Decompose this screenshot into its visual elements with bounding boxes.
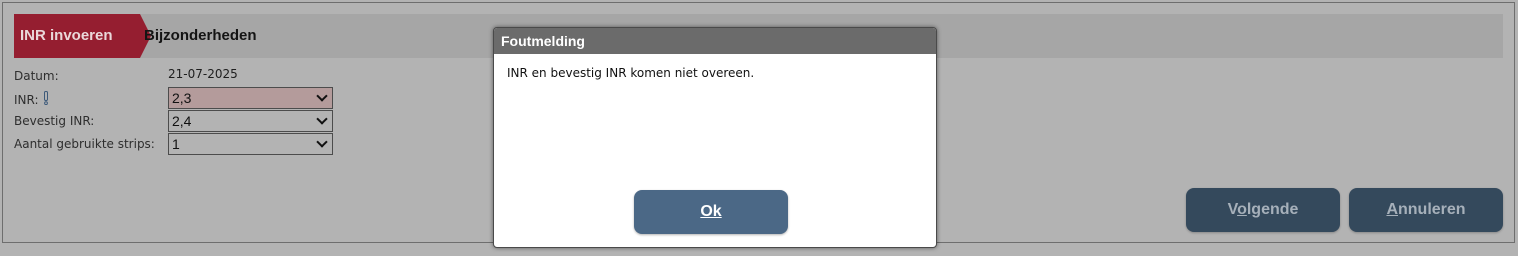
inr-select-value: 2,3 — [172, 90, 192, 106]
confirm-inr-select-value: 2,4 — [172, 113, 192, 129]
strips-label: Aantal gebruikte strips: — [14, 137, 155, 151]
ok-button-label: Ok — [700, 203, 722, 220]
confirm-inr-select[interactable]: 2,4 — [168, 110, 333, 132]
inr-label-row: INR: — [14, 91, 49, 108]
inr-select[interactable]: 2,3 — [168, 87, 333, 109]
chevron-down-icon — [316, 113, 328, 125]
next-button-label-start: V — [1227, 201, 1238, 218]
cancel-button-label-end: nnuleren — [1398, 201, 1466, 218]
exclamation-icon — [43, 91, 49, 108]
tab-inr-invoeren[interactable]: INR invoeren — [14, 14, 140, 58]
date-label: Datum: — [14, 69, 59, 83]
date-value: 21-07-2025 — [168, 67, 238, 81]
dialog-message: INR en bevestig INR komen niet overeen. — [507, 66, 755, 80]
ok-button[interactable]: Ok — [634, 190, 788, 234]
chevron-down-icon — [316, 90, 328, 102]
inr-label: INR: — [14, 93, 39, 107]
chevron-down-icon — [316, 136, 328, 148]
cancel-button[interactable]: Annuleren — [1349, 188, 1503, 232]
dialog-title[interactable]: Foutmelding — [494, 28, 936, 54]
next-button-label-end: lgende — [1246, 201, 1299, 218]
error-dialog: Foutmelding INR en bevestig INR komen ni… — [493, 27, 937, 248]
next-button[interactable]: Volgende — [1186, 188, 1340, 232]
tab-bijzonderheden[interactable]: Bijzonderheden — [144, 14, 257, 58]
confirm-inr-label: Bevestig INR: — [14, 114, 95, 128]
cancel-button-access-key: A — [1386, 201, 1398, 218]
strips-select[interactable]: 1 — [168, 133, 333, 155]
strips-select-value: 1 — [172, 136, 180, 152]
next-button-access-key: o — [1237, 201, 1247, 218]
